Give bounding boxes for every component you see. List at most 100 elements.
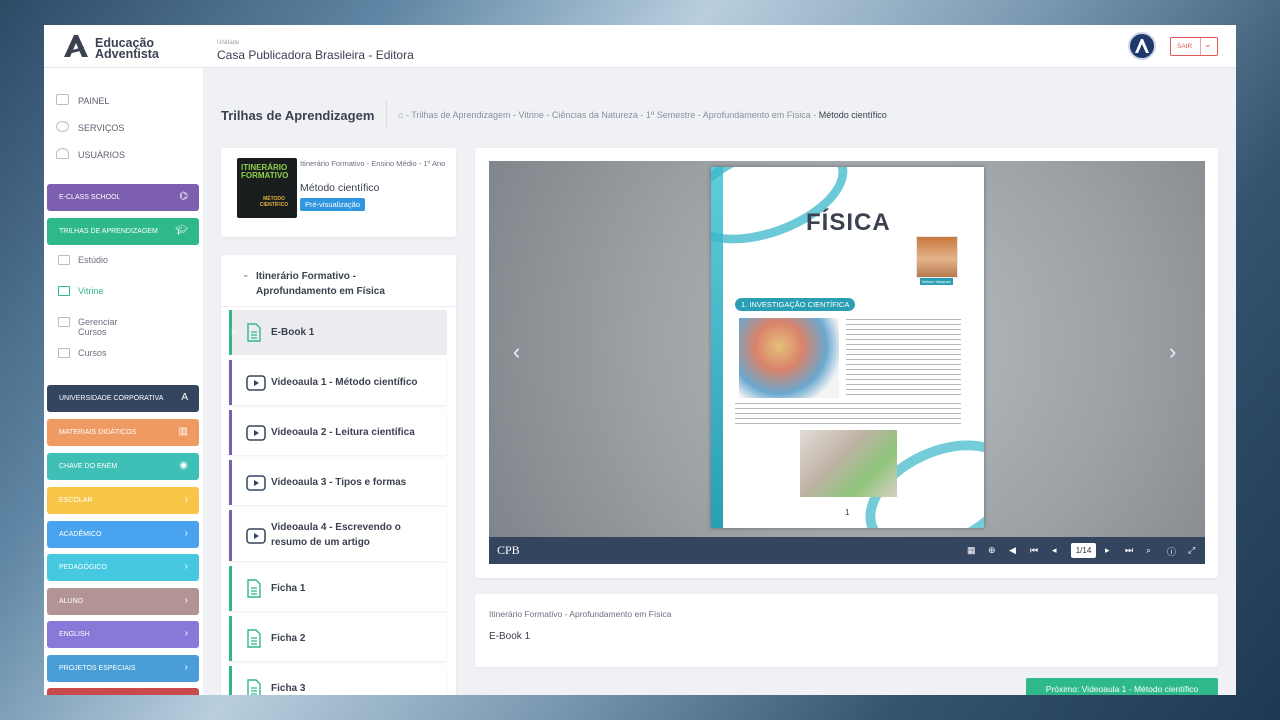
course-card: ITINERÁRIO FORMATIVO MÉTODO CIENTÍFICO I… (221, 148, 456, 237)
breadcrumb: ⌂ - Trilhas de Aprendizagem - Vitrine - … (398, 110, 887, 120)
lesson-item-ficha-2[interactable]: Ficha 2 (229, 616, 447, 661)
course-thumbnail: ITINERÁRIO FORMATIVO MÉTODO CIENTÍFICO (237, 158, 297, 218)
double-chevron-icon: » (231, 326, 237, 336)
logout-button[interactable]: SAIR ⌄ (1170, 37, 1218, 56)
app-window: Educação Adventista Unidade Casa Publica… (44, 25, 1236, 695)
main-content: Trilhas de Aprendizagem ⌂ - Trilhas de A… (203, 68, 1236, 695)
sidebar-item-aluno[interactable]: ALUNO › (47, 588, 199, 615)
courses-icon (58, 348, 70, 358)
top-bar: Educação Adventista Unidade Casa Publica… (44, 25, 1236, 68)
lesson-item-ebook-1[interactable]: » E-Book 1 (229, 310, 447, 355)
sidebar: PAINEL SERVIÇOS USUÁRIOS E-CLASS SCHOOL … (44, 68, 203, 695)
chevron-right-icon: › (184, 561, 188, 572)
lesson-title: E-Book 1 (489, 631, 531, 642)
first-page-icon[interactable]: ⏮︎ (1030, 545, 1038, 556)
sidebar-item-pedagogico[interactable]: PEDAGÓGICO › (47, 554, 199, 581)
sidebar-item-projetos[interactable]: PROJETOS ESPECIAIS › (47, 655, 199, 682)
breadcrumb-path[interactable]: - Trilhas de Aprendizagem - Vitrine - Ci… (406, 110, 816, 120)
eclass-icon: ⌬ (179, 191, 188, 202)
lesson-item-ficha-1[interactable]: Ficha 1 (229, 566, 447, 611)
document-icon (247, 323, 261, 342)
unit-caption: Unidade (217, 40, 240, 46)
chevron-right-icon: › (184, 595, 188, 606)
chevron-down-icon[interactable]: ⌄ (242, 269, 250, 280)
services-icon (56, 121, 69, 132)
video-play-icon (246, 475, 266, 491)
course-title: Método científico (300, 182, 380, 194)
page-title: Trilhas de Aprendizagem (221, 108, 375, 123)
chevron-right-icon: › (184, 494, 188, 505)
course-subtitle: Itinerário Formativo - Ensino Médio - 1º… (300, 159, 446, 168)
book-title: FÍSICA (806, 209, 891, 236)
next-lesson-button[interactable]: Próximo: Videoaula 1 - Método científico (1026, 678, 1218, 695)
fullscreen-icon[interactable]: ⤢ (1188, 545, 1195, 556)
page-number: 1 (845, 508, 850, 517)
volume-icon[interactable]: ◀︎ (1009, 545, 1016, 556)
search-icon[interactable]: ⌕ (1146, 545, 1151, 556)
document-icon (247, 679, 261, 695)
dashboard-icon (56, 94, 69, 105)
unit-name[interactable]: Casa Publicadora Brasileira - Editora (217, 48, 414, 62)
lesson-item-video-2[interactable]: Videoaula 2 - Leitura científica (229, 410, 447, 455)
sidebar-item-english[interactable]: ENGLISH › (47, 621, 199, 648)
video-play-icon (246, 528, 266, 544)
lesson-list-panel: ⌄ Itinerário Formativo - Aprofundamento … (221, 255, 456, 695)
home-icon[interactable]: ⌂ (398, 110, 403, 120)
ebook-viewer[interactable]: FÍSICA Nelson Vasquez 1. INVESTIGAÇÃO CI… (489, 161, 1205, 564)
preview-badge[interactable]: Pré-visualização (300, 198, 366, 211)
graduation-cap-icon: 🎓︎ (175, 225, 188, 236)
cpb-logo: CPB (497, 543, 520, 557)
video-play-icon (246, 375, 266, 391)
users-icon (56, 148, 69, 159)
next-page-icon[interactable]: ▸ (1105, 545, 1110, 556)
info-icon[interactable]: ⓘ (1167, 545, 1176, 558)
document-icon (247, 629, 261, 648)
grid-icon[interactable]: ▦ (967, 545, 976, 556)
avatar[interactable] (1128, 32, 1156, 60)
sidebar-item-academico[interactable]: ACADÊMICO › (47, 521, 199, 548)
chevron-right-icon: › (184, 662, 188, 673)
body-text-block (846, 319, 961, 399)
next-page-arrow-icon[interactable]: › (1169, 339, 1176, 365)
books-icon: ▥ (178, 426, 188, 437)
body-text-block (735, 403, 961, 425)
module-title[interactable]: Itinerário Formativo - Aprofundamento em… (256, 269, 416, 299)
user-logo-icon (1135, 39, 1149, 53)
last-page-icon[interactable]: ⏭︎ (1125, 545, 1133, 556)
sidebar-item-enem[interactable]: CHAVE DO ENEM ◉ (47, 453, 199, 480)
lesson-item-video-4[interactable]: Videoaula 4 - Escrevendo o resumo de um … (229, 510, 447, 561)
sidebar-item-universidade[interactable]: UNIVERSIDADE CORPORATIVA A (47, 385, 199, 412)
logo-text: Educação Adventista (95, 36, 159, 61)
breadcrumb-current: Método científico (818, 110, 887, 120)
lab-photo (800, 430, 897, 497)
prev-page-arrow-icon[interactable]: ‹ (513, 339, 520, 365)
illustration (739, 318, 839, 398)
document-icon (247, 579, 261, 598)
zoom-icon[interactable]: ⊕ (988, 545, 996, 556)
author-caption: Nelson Vasquez (920, 278, 953, 285)
lesson-module: Itinerário Formativo - Aprofundamento em… (489, 609, 672, 619)
sidebar-item-materiais[interactable]: MATERIAIS DIDÁTICOS ▥ (47, 419, 199, 446)
lesson-item-video-3[interactable]: Videoaula 3 - Tipos e formas (229, 460, 447, 505)
viewer-toolbar: CPB ▦ ⊕ ◀︎ ⏮︎ ◂ 1/14 ▸ ⏭︎ ⌕ ⓘ ⤢ (489, 537, 1205, 564)
chevron-down-icon[interactable]: ⌄ (1204, 39, 1212, 50)
chevron-right-icon: › (184, 528, 188, 539)
page-indicator[interactable]: 1/14 (1071, 543, 1096, 558)
sidebar-item-eclass[interactable]: E-CLASS SCHOOL ⌬ (47, 184, 199, 211)
manage-icon (58, 317, 70, 327)
ebook-page: FÍSICA Nelson Vasquez 1. INVESTIGAÇÃO CI… (711, 167, 984, 528)
lesson-item-video-1[interactable]: Videoaula 1 - Método científico (229, 360, 447, 405)
lesson-item-ficha-3[interactable]: Ficha 3 (229, 666, 447, 695)
logo[interactable]: Educação Adventista (62, 33, 182, 61)
author-photo (916, 236, 958, 278)
ebook-viewer-card: FÍSICA Nelson Vasquez 1. INVESTIGAÇÃO CI… (475, 148, 1218, 578)
monitor-icon (58, 286, 70, 296)
globe-icon: ◉ (179, 460, 188, 471)
sidebar-item-escolar[interactable]: ESCOLAR › (47, 487, 199, 514)
prev-page-icon[interactable]: ◂ (1052, 545, 1057, 556)
chevron-right-icon: › (184, 628, 188, 639)
lesson-info-card: Itinerário Formativo - Aprofundamento em… (475, 594, 1218, 667)
adventist-logo-icon: A (181, 392, 188, 403)
sidebar-item-more[interactable] (47, 688, 199, 695)
sidebar-item-trilhas[interactable]: TRILHAS DE APRENDIZAGEM 🎓︎ (47, 218, 199, 245)
